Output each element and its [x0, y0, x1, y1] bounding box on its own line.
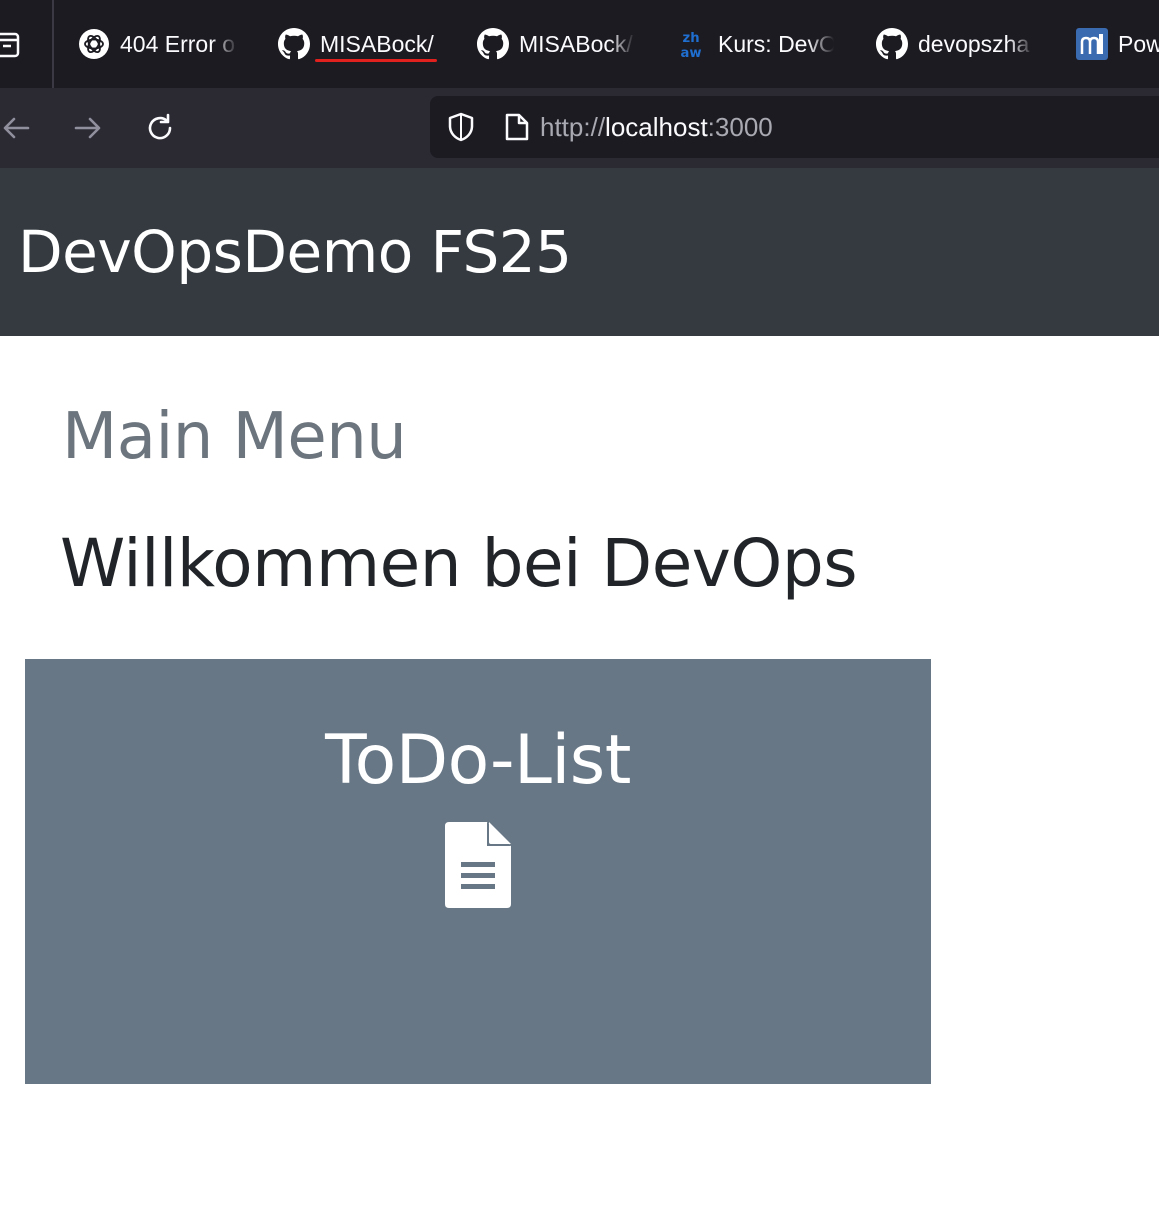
tab-list-icon[interactable]	[0, 28, 24, 60]
url-text[interactable]: http://localhost:3000	[540, 112, 773, 143]
url-port: :3000	[707, 111, 773, 142]
openai-icon	[78, 28, 110, 60]
page-info-icon[interactable]	[504, 112, 530, 142]
app-navbar: DevOpsDemo FS25	[0, 168, 1159, 336]
url-host: localhost	[605, 111, 708, 142]
tab-label: Kurs: DevO	[718, 30, 834, 58]
github-icon	[278, 28, 310, 60]
moodle-icon	[1076, 28, 1108, 60]
active-tab-indicator	[315, 59, 437, 62]
forward-arrow-icon	[74, 117, 101, 139]
reload-button[interactable]	[140, 108, 180, 148]
todo-list-card[interactable]: ToDo-List	[25, 659, 931, 1084]
back-button[interactable]	[0, 108, 36, 148]
tab-label: devopszha	[918, 30, 1034, 58]
welcome-heading: Willkommen bei DevOps	[60, 525, 858, 602]
tab-misabock[interactable]: MISABock/	[477, 24, 635, 64]
svg-text:zh: zh	[683, 31, 700, 46]
tab-label: Pow	[1118, 30, 1159, 57]
file-text-icon	[445, 822, 511, 908]
tab-devopszhaw[interactable]: devopszha	[876, 24, 1034, 64]
tab-404-error[interactable]: 404 Error o	[78, 24, 238, 64]
reload-icon	[148, 113, 172, 140]
back-arrow-icon	[3, 117, 30, 139]
card-title: ToDo-List	[325, 721, 631, 800]
url-scheme: http://	[540, 111, 606, 142]
url-bar[interactable]: http://localhost:3000	[430, 96, 1159, 158]
zhaw-icon: zh aw	[676, 28, 708, 60]
github-icon	[876, 28, 908, 60]
tab-label: MISABock/	[519, 30, 635, 58]
svg-text:aw: aw	[681, 46, 702, 60]
tab-kurs-devops[interactable]: zh aw Kurs: DevO	[676, 24, 834, 64]
tab-pow[interactable]: Pow	[1076, 24, 1159, 64]
tab-label: MISABock/	[320, 30, 434, 57]
forward-button[interactable]	[68, 108, 108, 148]
shield-icon[interactable]	[446, 111, 476, 143]
tab-misabock-active[interactable]: MISABock/	[278, 24, 437, 64]
page-title: Main Menu	[62, 400, 407, 474]
browser-tab-bar: 404 Error o MISABock/ MISABock/ zh aw Kur…	[0, 0, 1159, 88]
github-icon	[477, 28, 509, 60]
browser-toolbar: http://localhost:3000	[0, 88, 1159, 168]
tab-separator	[52, 0, 54, 88]
app-brand[interactable]: DevOpsDemo FS25	[18, 218, 572, 286]
tab-label: 404 Error o	[120, 30, 238, 58]
